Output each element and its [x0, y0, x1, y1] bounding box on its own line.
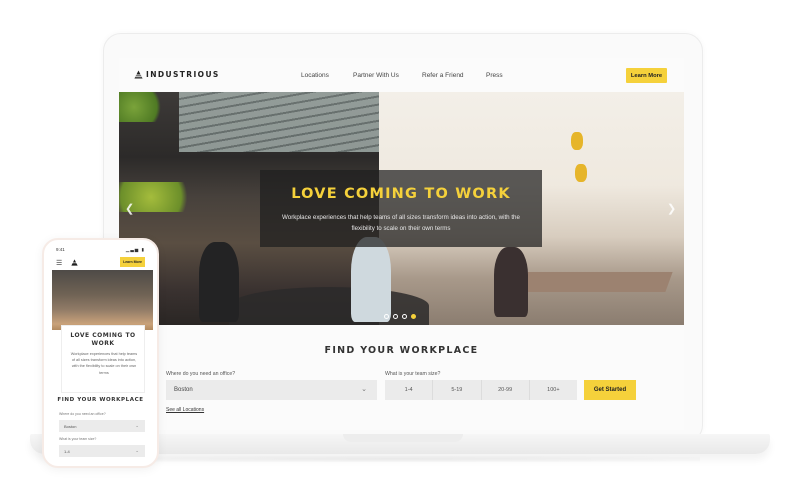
bee-logo-icon[interactable] [71, 259, 78, 266]
phone-office-value: Boston [64, 423, 77, 429]
carousel-dot[interactable] [393, 314, 398, 319]
site-header: INDUSTRIOUS Locations Partner With Us Re… [119, 58, 684, 92]
phone-office-select[interactable]: Boston ⌄ [59, 420, 145, 432]
carousel-dots [384, 314, 416, 319]
hero-photo-lamp [571, 132, 583, 150]
chevron-down-icon: ⌄ [361, 386, 367, 393]
hero-photo-person [199, 242, 239, 322]
team-size-option[interactable]: 20-99 [482, 380, 530, 400]
hero-photo-person [494, 247, 528, 317]
team-size-option[interactable]: 100+ [530, 380, 577, 400]
team-size-selector: 1-4 5-19 20-99 100+ [385, 380, 577, 400]
carousel-dot[interactable] [402, 314, 407, 319]
phone-hero-title: LOVE COMING TO WORK [70, 332, 136, 347]
see-all-locations-link[interactable]: See all Locations [166, 407, 204, 413]
phone-learn-more-button[interactable]: Learn More [120, 257, 145, 267]
phone-hero-subtitle: Workplace experiences that help teams of… [70, 352, 138, 375]
hero-photo-table [229, 287, 429, 325]
hero-photo-plants [119, 92, 169, 122]
phone-mockup: 9:41 ▁▃▅ ▮ ☰ Learn More LOVE COMING TO W… [42, 238, 159, 468]
hero-carousel: LOVE COMING TO WORK Workplace experience… [119, 92, 684, 325]
hero-photo-person [351, 237, 391, 322]
team-size-option[interactable]: 5-19 [433, 380, 482, 400]
chevron-right-icon[interactable]: ❯ [667, 202, 676, 215]
laptop-screen: INDUSTRIOUS Locations Partner With Us Re… [119, 58, 684, 430]
nav-refer-a-friend[interactable]: Refer a Friend [422, 72, 486, 79]
hero-subtitle: Workplace experiences that help teams of… [282, 214, 520, 232]
phone-hero-image [52, 270, 153, 330]
brand-logo[interactable]: INDUSTRIOUS [134, 70, 220, 79]
hero-title: LOVE COMING TO WORK [291, 186, 511, 202]
chevron-left-icon[interactable]: ❮ [125, 202, 134, 215]
finder-title: FIND YOUR WORKPLACE [324, 345, 479, 356]
phone-status-time: 9:41 [56, 247, 65, 252]
hero-photo-railing [179, 92, 379, 152]
carousel-dot[interactable] [384, 314, 389, 319]
main-nav: Locations Partner With Us Refer a Friend… [301, 72, 503, 79]
office-label: Where do you need an office? [166, 371, 236, 377]
brand-name: INDUSTRIOUS [146, 70, 220, 79]
hero-overlay: LOVE COMING TO WORK Workplace experience… [260, 170, 542, 247]
nav-partner-with-us[interactable]: Partner With Us [353, 72, 422, 79]
phone-team-size-label: What is your team size? [59, 437, 97, 441]
device-mockup-stage: INDUSTRIOUS Locations Partner With Us Re… [0, 0, 800, 500]
phone-team-size-select[interactable]: 1-4 ⌄ [59, 445, 145, 457]
team-size-option[interactable]: 1-4 [385, 380, 434, 400]
get-started-button[interactable]: Get Started [584, 380, 636, 400]
office-select[interactable]: Boston ⌄ [166, 380, 377, 400]
signal-battery-icon: ▁▃▅ ▮ [125, 247, 145, 252]
team-size-label: What is your team size? [385, 371, 441, 377]
nav-press[interactable]: Press [486, 72, 503, 79]
phone-finder-title: FIND YOUR WORKPLACE [57, 397, 144, 403]
phone-hero-card: LOVE COMING TO WORK Workplace experience… [61, 325, 145, 393]
phone-office-label: Where do you need an office? [59, 412, 106, 416]
laptop-notch [343, 434, 463, 442]
carousel-dot-active[interactable] [411, 314, 416, 319]
hero-photo-table [505, 272, 673, 292]
laptop-shadow [100, 456, 700, 462]
chevron-down-icon: ⌄ [135, 448, 139, 453]
nav-locations[interactable]: Locations [301, 72, 353, 79]
office-select-value: Boston [174, 387, 193, 393]
chevron-down-icon: ⌄ [135, 423, 139, 428]
hamburger-menu-icon[interactable]: ☰ [56, 259, 62, 267]
hero-photo-lamp [575, 164, 587, 182]
phone-team-size-value: 1-4 [64, 448, 70, 454]
learn-more-button[interactable]: Learn More [626, 68, 667, 83]
bee-logo-icon [134, 70, 143, 79]
